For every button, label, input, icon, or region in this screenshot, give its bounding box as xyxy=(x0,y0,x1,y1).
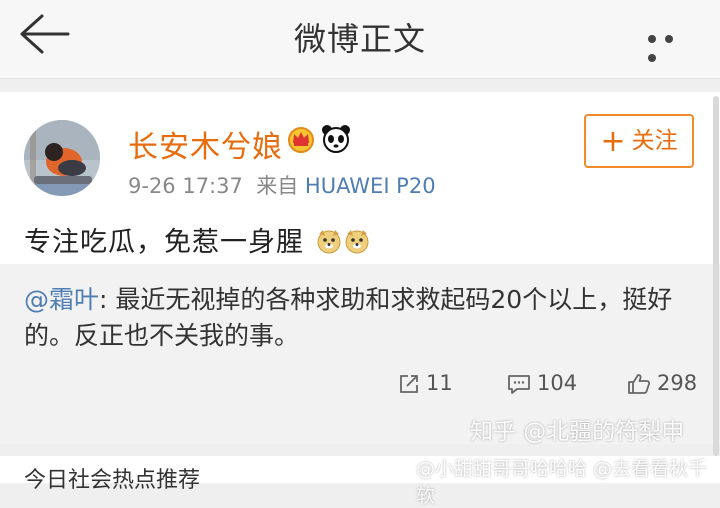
comment-icon xyxy=(508,375,530,394)
zhihu-watermark: 知乎 @北疆的符梨申 xyxy=(470,419,685,445)
post-body: 专注吃瓜，免惹一身腥 xyxy=(24,227,304,258)
follow-label: 关注 xyxy=(631,128,678,154)
source-device[interactable]: HUAWEI P20 xyxy=(305,174,436,198)
follow-button[interactable]: + 关注 xyxy=(584,114,694,168)
more-options-button[interactable] xyxy=(648,28,698,62)
repost-count-button[interactable]: 11 xyxy=(398,371,453,395)
like-count-button[interactable]: 298 xyxy=(627,371,697,395)
repost-text: @霜叶: 最近无视掉的各种求助和求救起码20个以上，挺好的。反正也不关我的事。 xyxy=(24,282,694,354)
crown-badge-icon xyxy=(288,127,314,153)
post-meta: 9-26 17:37 来自 HUAWEI P20 xyxy=(128,170,436,200)
weibo-watermark: @小甜甜哥哥哈哈哈 @去看看秋千软 xyxy=(416,458,708,507)
scrollbar[interactable] xyxy=(713,96,719,456)
source-prefix: 来自 xyxy=(256,174,299,198)
avatar[interactable] xyxy=(24,120,100,196)
page-title: 微博正文 xyxy=(293,20,426,58)
repost-icon xyxy=(400,375,418,393)
username[interactable]: 长安木兮娘 xyxy=(128,122,283,166)
post-text: 专注吃瓜，免惹一身腥 xyxy=(24,220,370,259)
repost-count: 11 xyxy=(426,371,453,395)
comment-count: 104 xyxy=(537,371,578,395)
thumbs-up-icon xyxy=(628,374,651,394)
post-timestamp: 9-26 17:37 xyxy=(128,174,243,198)
recommend-section-title[interactable]: 今日社会热点推荐 xyxy=(24,462,200,494)
bird-avatar-image xyxy=(24,120,100,196)
panda-badge-icon xyxy=(322,125,350,153)
post-card: 长安木兮娘 9-26 17:37 来自 HUAWEI P20 + 关注 专注吃瓜，… xyxy=(0,92,720,444)
comment-count-button[interactable]: 104 xyxy=(507,371,577,395)
top-bar: 微博正文 xyxy=(0,0,720,79)
repost-body: : 最近无视掉的各种求助和求救起码20个以上，挺好的。反正也不关我的事。 xyxy=(24,285,673,350)
repost-mention[interactable]: @霜叶 xyxy=(24,285,99,314)
plus-icon: + xyxy=(600,124,626,159)
doge-emoji-icon xyxy=(345,230,369,254)
like-count: 298 xyxy=(657,371,698,395)
doge-emoji-icon xyxy=(317,230,341,254)
